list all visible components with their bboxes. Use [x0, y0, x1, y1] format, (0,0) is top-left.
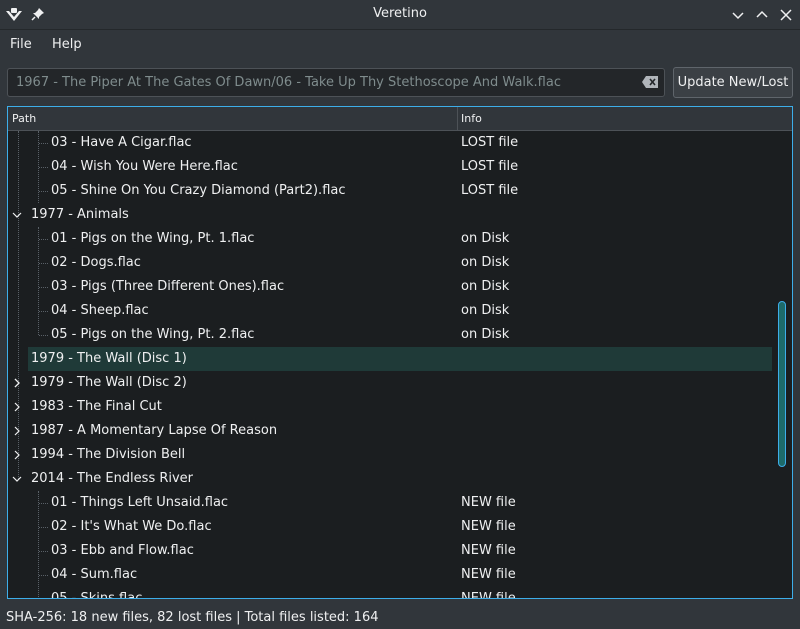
- tree-branch-line: [39, 287, 48, 288]
- maximize-button[interactable]: [752, 5, 772, 25]
- tree-row[interactable]: 01 - Things Left Unsaid.flac NEW file: [8, 491, 772, 515]
- file-name: 01 - Things Left Unsaid.flac: [51, 495, 229, 510]
- tree-row[interactable]: 05 - Pigs on the Wing, Pt. 2.flac on Dis…: [8, 323, 772, 347]
- scrollbar-thumb[interactable]: [778, 301, 786, 467]
- column-header-path[interactable]: Path: [12, 112, 36, 125]
- menu-bar: File Help: [0, 31, 800, 59]
- tree-branch-line: [39, 167, 48, 168]
- folder-name: 2014 - The Endless River: [31, 471, 194, 486]
- tree-branch-line: [39, 143, 48, 144]
- status-bar: SHA-256: 18 new files, 82 lost files | T…: [6, 610, 379, 625]
- vertical-scrollbar[interactable]: [772, 131, 792, 598]
- tree-row[interactable]: 04 - Sheep.flac on Disk: [8, 299, 772, 323]
- backspace-clear-icon[interactable]: [641, 75, 659, 89]
- file-name: 04 - Sheep.flac: [51, 303, 149, 318]
- file-name: 02 - It's What We Do.flac: [51, 519, 212, 534]
- file-status: LOST file: [461, 183, 519, 198]
- tree-branch-line: [39, 311, 48, 312]
- tree-row[interactable]: 03 - Have A Cigar.flac LOST file: [8, 131, 772, 155]
- tree-branch-line: [39, 575, 48, 576]
- folder-name: 1979 - The Wall (Disc 2): [31, 375, 187, 390]
- tree-folder-row-selected[interactable]: 1979 - The Wall (Disc 1): [28, 347, 772, 371]
- column-header-info[interactable]: Info: [461, 112, 482, 125]
- tree-row[interactable]: 04 - Wish You Were Here.flac LOST file: [8, 155, 772, 179]
- file-status: on Disk: [461, 303, 510, 318]
- file-status: LOST file: [461, 159, 519, 174]
- file-status: NEW file: [461, 495, 516, 510]
- tree-branch-line: [39, 335, 48, 336]
- tree-branch-line: [39, 503, 48, 504]
- tree-folder-row[interactable]: 1987 - A Momentary Lapse Of Reason: [8, 419, 772, 443]
- file-tree-view[interactable]: Path Info 03 - Have A Cigar.flac LOST fi…: [7, 106, 793, 599]
- update-new-lost-button[interactable]: Update New/Lost: [673, 67, 793, 98]
- close-button[interactable]: [776, 5, 796, 25]
- tree-branch-line: [39, 551, 48, 552]
- chevron-right-icon[interactable]: [12, 402, 22, 412]
- tree-folder-row[interactable]: 1983 - The Final Cut: [8, 395, 772, 419]
- file-status: on Disk: [461, 327, 510, 342]
- menu-file[interactable]: File: [10, 37, 32, 52]
- tree-row[interactable]: 03 - Ebb and Flow.flac NEW file: [8, 539, 772, 563]
- title-bar: Veretino: [0, 0, 800, 30]
- tree-row[interactable]: 02 - Dogs.flac on Disk: [8, 251, 772, 275]
- menu-help[interactable]: Help: [52, 37, 82, 52]
- tree-folder-row[interactable]: 1994 - The Division Bell: [8, 443, 772, 467]
- header-corner: [772, 107, 792, 131]
- file-name: 03 - Have A Cigar.flac: [51, 135, 192, 150]
- folder-name: 1994 - The Division Bell: [31, 447, 186, 462]
- column-separator[interactable]: [457, 107, 458, 131]
- file-status: NEW file: [461, 567, 516, 582]
- file-name: 02 - Dogs.flac: [51, 255, 141, 270]
- window-title: Veretino: [373, 6, 427, 21]
- file-name: 04 - Sum.flac: [51, 567, 138, 582]
- tree-row[interactable]: 02 - It's What We Do.flac NEW file: [8, 515, 772, 539]
- file-status: NEW file: [461, 519, 516, 534]
- file-status: NEW file: [461, 591, 516, 599]
- file-status: on Disk: [461, 279, 510, 294]
- folder-name: 1983 - The Final Cut: [31, 399, 162, 414]
- chevron-down-icon[interactable]: [12, 474, 22, 484]
- tree-branch-line: [39, 263, 48, 264]
- file-name: 05 - Shine On You Crazy Diamond (Part2).…: [51, 183, 346, 198]
- tree-rows: 03 - Have A Cigar.flac LOST file 04 - Wi…: [8, 131, 772, 599]
- chevron-down-icon[interactable]: [12, 210, 22, 220]
- file-name: 05 - Pigs on the Wing, Pt. 2.flac: [51, 327, 255, 342]
- path-filter-input[interactable]: 1967 - The Piper At The Gates Of Dawn/06…: [7, 68, 665, 97]
- tree-row[interactable]: 04 - Sum.flac NEW file: [8, 563, 772, 587]
- file-name: 03 - Pigs (Three Different Ones).flac: [51, 279, 285, 294]
- chevron-right-icon[interactable]: [12, 450, 22, 460]
- tree-folder-row[interactable]: 1977 - Animals: [8, 203, 772, 227]
- folder-name: 1977 - Animals: [31, 207, 129, 222]
- tree-row[interactable]: 03 - Pigs (Three Different Ones).flac on…: [8, 275, 772, 299]
- folder-name: 1987 - A Momentary Lapse Of Reason: [31, 423, 278, 438]
- minimize-button[interactable]: [728, 5, 748, 25]
- file-status: on Disk: [461, 231, 510, 246]
- chevron-right-icon[interactable]: [12, 426, 22, 436]
- file-name: 04 - Wish You Were Here.flac: [51, 159, 238, 174]
- file-name: 05 - Skins.flac: [51, 591, 143, 599]
- file-status: on Disk: [461, 255, 510, 270]
- tree-branch-line: [39, 527, 48, 528]
- tree-row[interactable]: 01 - Pigs on the Wing, Pt. 1.flac on Dis…: [8, 227, 772, 251]
- file-status: LOST file: [461, 135, 519, 150]
- tree-branch-line: [39, 239, 48, 240]
- tree-folder-row[interactable]: 1979 - The Wall (Disc 2): [8, 371, 772, 395]
- tree-branch-line: [39, 191, 48, 192]
- file-name: 01 - Pigs on the Wing, Pt. 1.flac: [51, 231, 255, 246]
- tree-row[interactable]: 05 - Skins.flac NEW file: [8, 587, 772, 599]
- tree-row[interactable]: 05 - Shine On You Crazy Diamond (Part2).…: [8, 179, 772, 203]
- file-name: 03 - Ebb and Flow.flac: [51, 543, 194, 558]
- chevron-right-icon[interactable]: [12, 378, 22, 388]
- folder-name: 1979 - The Wall (Disc 1): [31, 351, 187, 366]
- tree-header: Path Info: [8, 107, 772, 131]
- file-status: NEW file: [461, 543, 516, 558]
- tree-folder-row[interactable]: 2014 - The Endless River: [8, 467, 772, 491]
